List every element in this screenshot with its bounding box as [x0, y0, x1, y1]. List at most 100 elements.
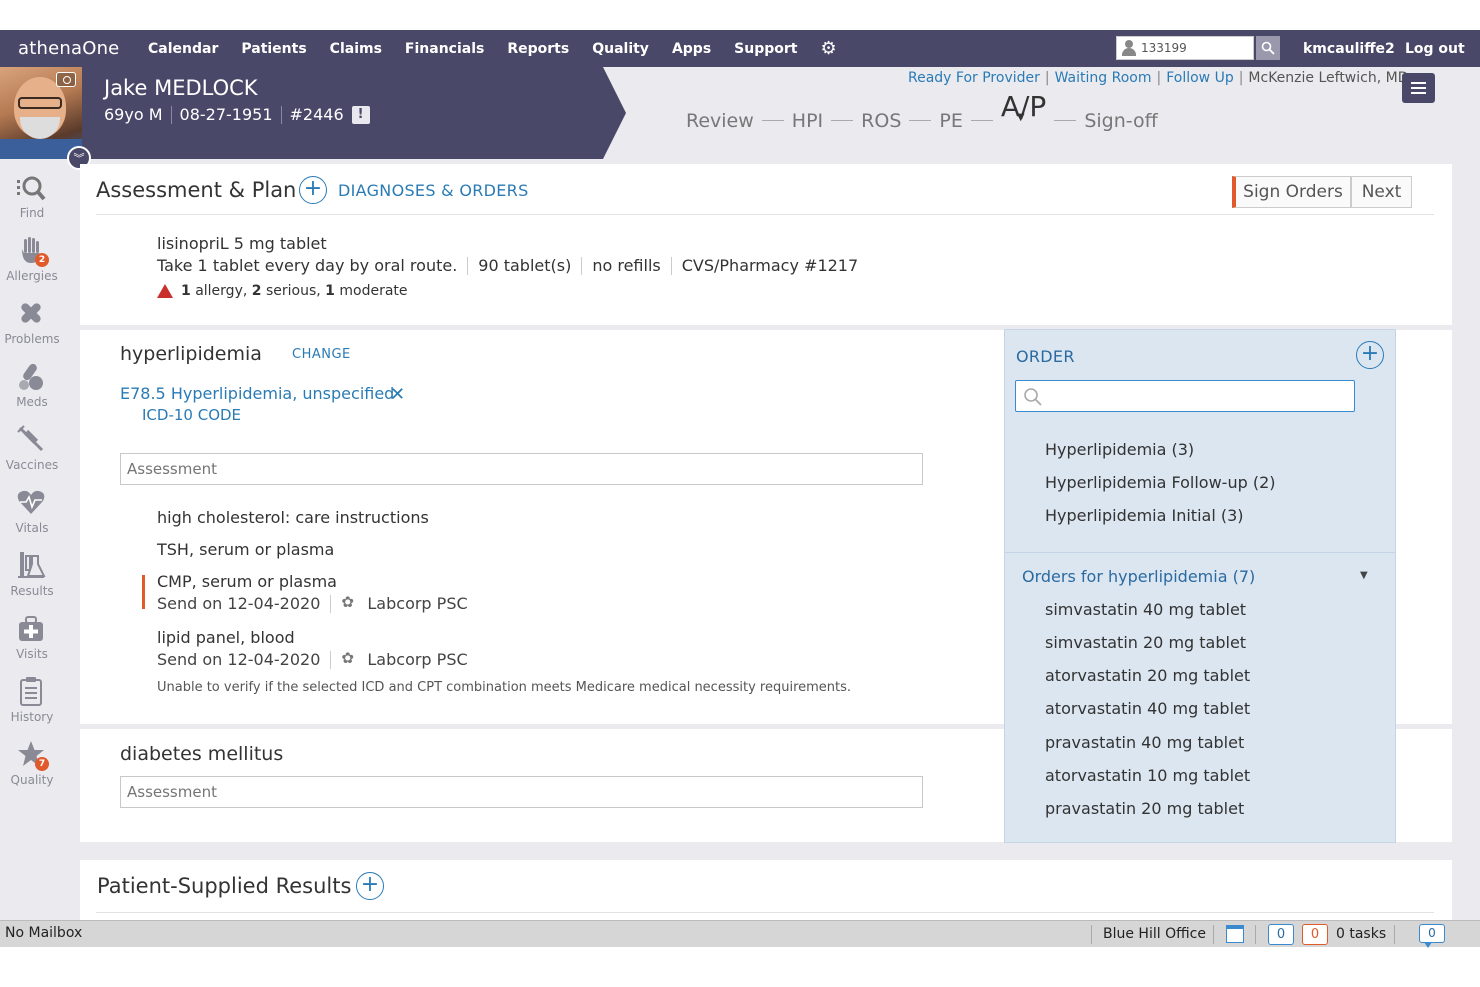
- sidebar-item-results[interactable]: Results: [0, 548, 64, 608]
- close-icon[interactable]: ✕: [390, 384, 405, 405]
- nav-claims[interactable]: Claims: [330, 41, 382, 57]
- order-group-title[interactable]: Orders for hyperlipidemia (7): [1022, 567, 1255, 586]
- tasks-count[interactable]: 0 tasks: [1336, 926, 1386, 942]
- order-panel-title: ORDER: [1016, 347, 1075, 366]
- sidebar-item-meds[interactable]: Meds: [0, 359, 64, 419]
- sidebar-item-allergies[interactable]: 2 Allergies: [0, 233, 64, 293]
- camera-icon[interactable]: [56, 72, 76, 87]
- order-item[interactable]: lipid panel, blood: [157, 628, 295, 647]
- results-icon: [18, 552, 46, 578]
- username[interactable]: kmcauliffe2: [1303, 41, 1395, 57]
- mailbox-status[interactable]: No Mailbox: [5, 925, 82, 941]
- nav-calendar[interactable]: Calendar: [148, 41, 218, 57]
- status-waiting-room[interactable]: Waiting Room: [1055, 70, 1152, 86]
- order-group-item[interactable]: pravastatin 20 mg tablet: [1045, 799, 1244, 818]
- patient-search-input[interactable]: [1141, 41, 1251, 55]
- order-group-item[interactable]: atorvastatin 10 mg tablet: [1045, 766, 1250, 785]
- hamburger-menu-button[interactable]: [1402, 73, 1435, 103]
- sidebar-label-find: Find: [19, 206, 45, 220]
- order-suggestion[interactable]: Hyperlipidemia Initial (3): [1045, 506, 1244, 525]
- order-send-details: Send on 12-04-2020 Labcorp PSC: [157, 593, 468, 614]
- order-send-details: Send on 12-04-2020 Labcorp PSC: [157, 649, 468, 670]
- workflow-pe[interactable]: PE: [939, 110, 962, 132]
- patient-name[interactable]: Jake MEDLOCK: [104, 76, 258, 100]
- add-diagnosis-icon[interactable]: +: [299, 176, 327, 204]
- sign-orders-button[interactable]: Sign Orders: [1232, 176, 1351, 208]
- nav-apps[interactable]: Apps: [672, 41, 711, 57]
- patient-supplied-title: Patient-Supplied Results: [97, 874, 352, 898]
- diagnoses-orders-link[interactable]: DIAGNOSES & ORDERS: [338, 181, 529, 200]
- sidebar-item-history[interactable]: History: [0, 674, 64, 734]
- patient-id: #2446: [289, 105, 344, 124]
- order-group-item[interactable]: pravastatin 40 mg tablet: [1045, 733, 1244, 752]
- search-button[interactable]: [1256, 36, 1280, 60]
- status-follow-up[interactable]: Follow Up: [1166, 70, 1234, 86]
- workflow-sign-off[interactable]: Sign-off: [1084, 110, 1157, 132]
- blue-count-badge[interactable]: 0: [1268, 924, 1294, 945]
- order-group-item[interactable]: atorvastatin 20 mg tablet: [1045, 666, 1250, 685]
- diabetes-assessment-input[interactable]: [120, 776, 923, 808]
- order-suggestion[interactable]: Hyperlipidemia Follow-up (2): [1045, 473, 1276, 492]
- icd-code-link[interactable]: E78.5 Hyperlipidemia, unspecified: [120, 384, 394, 403]
- sidebar-item-quality[interactable]: 7 Quality: [0, 737, 64, 797]
- sidebar-item-visits[interactable]: Visits: [0, 611, 64, 671]
- nav-quality[interactable]: Quality: [592, 41, 649, 57]
- diagnosis-title-diabetes: diabetes mellitus: [120, 743, 284, 765]
- nav-support[interactable]: Support: [734, 41, 797, 57]
- workflow-ap[interactable]: A/P: [1001, 90, 1046, 123]
- workflow-ros[interactable]: ROS: [861, 110, 901, 132]
- sidebar-item-vaccines[interactable]: Vaccines: [0, 422, 64, 482]
- office-name[interactable]: Blue Hill Office: [1103, 926, 1206, 942]
- sidebar-item-find[interactable]: Find: [0, 170, 64, 230]
- order-lab[interactable]: Labcorp PSC: [367, 650, 467, 669]
- nav-financials[interactable]: Financials: [405, 41, 484, 57]
- order-send-date: Send on 12-04-2020: [157, 650, 321, 669]
- sidebar-item-problems[interactable]: Problems: [0, 296, 64, 356]
- patient-supplied-divider: [96, 912, 1434, 913]
- hyperlipidemia-assessment-input[interactable]: [120, 453, 923, 485]
- logout-link[interactable]: Log out: [1405, 41, 1465, 57]
- brand-logo[interactable]: athenaOne: [18, 38, 119, 59]
- encounter-workflow: Review HPI ROS PE A/P Sign-off: [686, 90, 1158, 137]
- find-icon: [17, 176, 46, 201]
- chevron-down-icon[interactable]: ▼: [1360, 570, 1368, 581]
- nav-patients[interactable]: Patients: [241, 41, 306, 57]
- prescription-details: Take 1 tablet every day by oral route. 9…: [157, 256, 858, 275]
- order-group-item[interactable]: atorvastatin 40 mg tablet: [1045, 699, 1250, 718]
- prescription-refills: no refills: [592, 256, 661, 275]
- order-search-input[interactable]: [1015, 380, 1355, 412]
- order-pending-indicator: [142, 575, 145, 609]
- prescription-pharmacy: CVS/Pharmacy #1217: [681, 256, 859, 275]
- nav-reports[interactable]: Reports: [507, 41, 569, 57]
- workflow-review[interactable]: Review: [686, 110, 754, 132]
- encounter-status-links: Ready For Provider | Waiting Room | Foll…: [908, 70, 1409, 86]
- order-group-item[interactable]: simvastatin 40 mg tablet: [1045, 600, 1246, 619]
- drug-interaction-alert[interactable]: 1 allergy, 2 serious, 1 moderate: [157, 283, 408, 299]
- order-item[interactable]: high cholesterol: care instructions: [157, 508, 429, 527]
- next-button[interactable]: Next: [1351, 176, 1412, 208]
- order-suggestion[interactable]: Hyperlipidemia (3): [1045, 440, 1194, 459]
- order-lab[interactable]: Labcorp PSC: [367, 594, 467, 613]
- order-group-item[interactable]: simvastatin 20 mg tablet: [1045, 633, 1246, 652]
- gear-icon[interactable]: ⚙: [820, 38, 836, 59]
- chat-icon[interactable]: 0: [1419, 924, 1445, 948]
- add-order-icon[interactable]: +: [1356, 341, 1384, 369]
- change-diagnosis-link[interactable]: CHANGE: [292, 347, 351, 362]
- person-icon: [1121, 40, 1137, 56]
- lab-icon: [341, 649, 357, 668]
- prescription-name[interactable]: lisinopriL 5 mg tablet: [157, 234, 327, 253]
- provider-name[interactable]: McKenzie Leftwich, MD: [1248, 70, 1408, 86]
- sidebar-item-vitals[interactable]: Vitals: [0, 485, 64, 545]
- orange-count-badge[interactable]: 0: [1302, 924, 1328, 945]
- order-item[interactable]: CMP, serum or plasma: [157, 572, 337, 591]
- status-ready-for-provider[interactable]: Ready For Provider: [908, 70, 1040, 86]
- order-item[interactable]: TSH, serum or plasma: [157, 540, 334, 559]
- order-send-date: Send on 12-04-2020: [157, 594, 321, 613]
- patient-alert-icon[interactable]: !: [351, 105, 370, 124]
- calendar-icon[interactable]: [1226, 925, 1244, 943]
- add-patient-result-icon[interactable]: +: [356, 872, 384, 900]
- patient-age-sex: 69yo M: [104, 105, 163, 124]
- workflow-hpi[interactable]: HPI: [792, 110, 823, 132]
- meds-icon: [19, 363, 43, 390]
- sidebar-label-allergies: Allergies: [6, 269, 58, 283]
